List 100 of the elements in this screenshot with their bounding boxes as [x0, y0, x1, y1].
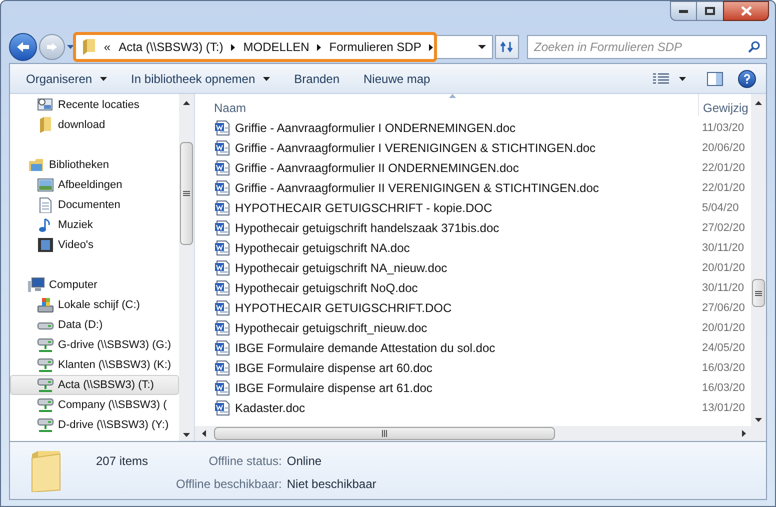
library-icon — [28, 157, 45, 173]
file-name[interactable]: Griffie - Aanvraagformulier I VERENIGINGEN & STICHTINGEN.doc — [235, 139, 596, 157]
word-document-icon — [214, 120, 230, 136]
refresh-button[interactable] — [495, 35, 519, 59]
scrollbar-thumb[interactable] — [214, 427, 555, 440]
close-icon — [740, 6, 752, 16]
menu-button[interactable]: Organiseren — [16, 68, 118, 90]
nav-item[interactable]: Computer — [10, 275, 179, 295]
dropdown-caret-icon[interactable] — [478, 45, 486, 49]
modified-date: 22/01/20 — [701, 160, 746, 176]
network-drive-icon — [37, 337, 54, 353]
breadcrumb[interactable]: Formulieren SDP — [329, 38, 422, 56]
nav-item[interactable]: Video's — [10, 235, 179, 255]
caret-icon — [231, 44, 236, 50]
nav-item[interactable]: Data (D:) — [10, 315, 179, 335]
file-name[interactable]: IBGE Formulaire dispense art 61.doc — [235, 379, 432, 397]
modified-date: 16/03/20 — [701, 380, 746, 396]
forward-arrow-icon — [46, 42, 58, 52]
nav-item[interactable]: Acta (\\SBSW3) (T:) — [10, 375, 179, 395]
horizontal-scrollbar[interactable] — [195, 426, 766, 441]
word-document-icon — [214, 320, 230, 336]
field-label: Offline status: — [208, 453, 282, 470]
modified-date: 30/11/20 — [701, 280, 746, 296]
minimize-button[interactable] — [670, 1, 697, 21]
nav-item[interactable]: G-drive (\\SBSW3) (G:) — [10, 335, 179, 355]
breadcrumb[interactable]: MODELLEN — [243, 38, 310, 56]
file-name[interactable]: IBGE Formulaire dispense art 60.doc — [235, 359, 432, 377]
drive-icon — [37, 297, 54, 313]
caret-icon — [679, 76, 686, 80]
close-button[interactable] — [723, 1, 769, 21]
field-label: Offline beschikbaar: — [176, 476, 282, 493]
file-name[interactable]: Hypothecair getuigschrift NA.doc — [235, 239, 410, 257]
modified-date: 5/04/20 — [701, 200, 740, 216]
network-drive-icon — [37, 357, 54, 373]
file-name[interactable]: IBGE Formulaire demande Attestation du sol.doc — [235, 339, 496, 357]
modified-date: 22/01/20 — [701, 180, 746, 196]
word-document-icon — [214, 240, 230, 256]
history-dropdown-icon[interactable] — [66, 45, 74, 49]
nav-item[interactable]: Klanten (\\SBSW3) (K:) — [10, 355, 179, 375]
modified-date: 27/02/20 — [701, 220, 746, 236]
file-name[interactable]: Hypothecair getuigschrift NoQ.doc — [235, 279, 418, 297]
file-name[interactable]: HYPOTHECAIR GETUIGSCHRIFT - kopie.DOC — [235, 199, 492, 217]
nav-item[interactable]: download — [10, 115, 179, 135]
file-name[interactable]: Hypothecair getuigschrift handelszaak 371bis.doc — [235, 219, 500, 237]
file-name[interactable]: Griffie - Aanvraagformulier II ONDERNEMINGEN.doc — [235, 159, 519, 177]
scrollbar-thumb[interactable] — [180, 142, 193, 245]
word-document-icon — [214, 360, 230, 376]
maximize-button[interactable] — [697, 1, 723, 21]
toolbar-button[interactable]: Nieuwe map — [354, 68, 440, 90]
file-name[interactable]: Griffie - Aanvraagformulier I ONDERNEMINGEN.doc — [235, 119, 516, 137]
breadcrumb[interactable]: Acta (\\SBSW3) (T:) — [118, 38, 224, 56]
scrollbar[interactable] — [751, 94, 766, 426]
caret-icon — [263, 76, 270, 80]
file-name[interactable]: Hypothecair getuigschrift_nieuw.doc — [235, 319, 428, 337]
word-document-icon — [214, 340, 230, 356]
overflow-chevron[interactable]: « — [104, 38, 111, 56]
help-button[interactable] — [738, 70, 756, 88]
field-value: Online — [286, 453, 323, 470]
document-icon — [37, 197, 54, 213]
caret-icon — [100, 76, 108, 80]
minimize-icon — [679, 10, 688, 12]
help-question-icon — [744, 74, 750, 84]
modified-date: 20/06/20 — [701, 140, 746, 156]
nav-item[interactable]: Bibliotheken — [10, 155, 179, 175]
back-arrow-icon — [16, 41, 30, 53]
modified-date: 30/11/20 — [701, 240, 746, 256]
nav-item[interactable]: D-drive (\\SBSW3) (Y:) — [10, 415, 179, 435]
search-icon — [748, 41, 760, 53]
recent-places-icon — [37, 97, 54, 113]
toolbar-button[interactable]: Branden — [284, 68, 350, 90]
restore-icon — [705, 7, 715, 15]
nav-item[interactable]: Recente locaties — [10, 95, 179, 115]
file-name[interactable]: Hypothecair getuigschrift NA_nieuw.doc — [235, 259, 448, 277]
word-document-icon — [214, 180, 230, 196]
modified-date: 20/01/20 — [701, 320, 746, 336]
nav-item[interactable]: Muziek — [10, 215, 179, 235]
refresh-arrows-icon — [500, 41, 514, 53]
word-document-icon — [214, 400, 230, 416]
column-header[interactable]: Gewijzig — [699, 94, 751, 116]
menu-button[interactable]: In bibliotheek opnemen — [121, 68, 280, 90]
scrollbar[interactable] — [179, 94, 194, 441]
word-document-icon — [214, 380, 230, 396]
grip-icon — [755, 290, 762, 296]
sort-arrow-icon — [449, 94, 456, 98]
search-field[interactable]: Zoeken in Formulieren SDP — [527, 35, 767, 59]
scroll-up-icon — [183, 101, 190, 105]
scrollbar-thumb[interactable] — [752, 279, 765, 307]
back-button[interactable] — [9, 33, 37, 61]
modified-date: 20/01/20 — [701, 260, 746, 276]
pictures-icon — [37, 177, 54, 193]
nav-item[interactable]: Company (\\SBSW3) ( — [10, 395, 179, 415]
nav-item[interactable]: Afbeeldingen — [10, 175, 179, 195]
file-name[interactable]: Kadaster.doc — [235, 399, 306, 417]
modified-date: 11/03/20 — [701, 120, 746, 136]
word-document-icon — [214, 200, 230, 216]
file-name[interactable]: HYPOTHECAIR GETUIGSCHRIFT.DOC — [235, 299, 452, 317]
word-document-icon — [214, 300, 230, 316]
nav-item[interactable]: Lokale schijf (C:) — [10, 295, 179, 315]
nav-item[interactable]: Documenten — [10, 195, 179, 215]
file-name[interactable]: Griffie - Aanvraagformulier II VERENIGINGEN & STICHTINGEN.doc — [235, 179, 599, 197]
